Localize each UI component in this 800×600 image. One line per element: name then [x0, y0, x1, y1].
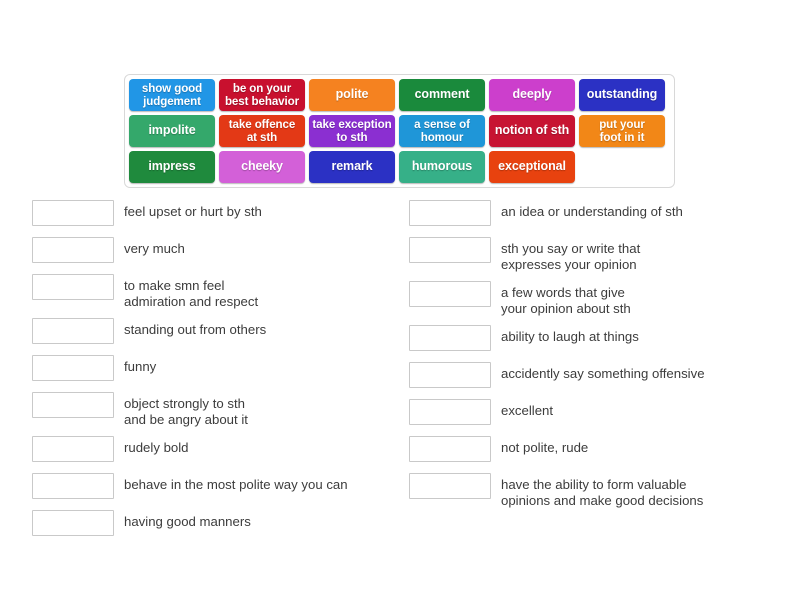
word-tile[interactable]: outstanding: [579, 79, 665, 111]
word-tile[interactable]: exceptional: [489, 151, 575, 183]
answer-drop-box[interactable]: [409, 200, 491, 226]
definition-text: funny: [124, 359, 157, 374]
word-tile[interactable]: show good judgement: [129, 79, 215, 111]
word-tile[interactable]: impress: [129, 151, 215, 183]
word-tile[interactable]: comment: [399, 79, 485, 111]
definition-text: an idea or understanding of sth: [501, 204, 683, 219]
definition-text: to make smn feel admiration and respect: [124, 278, 259, 309]
word-tile[interactable]: be on your best behavior: [219, 79, 305, 111]
word-tile[interactable]: remark: [309, 151, 395, 183]
definitions-column-right: an idea or understanding of sth sth you s…: [409, 200, 779, 517]
definition-text: a few words that give your opinion about…: [501, 285, 631, 316]
answer-drop-box[interactable]: [409, 473, 491, 499]
definition-row: object strongly to sth and be angry abou…: [32, 392, 392, 427]
definition-text: feel upset or hurt by sth: [124, 204, 262, 219]
definition-text: very much: [124, 241, 185, 256]
word-tile[interactable]: put your foot in it: [579, 115, 665, 147]
word-tile[interactable]: impolite: [129, 115, 215, 147]
definition-text: ability to laugh at things: [501, 329, 639, 344]
definition-row: behave in the most polite way you can: [32, 473, 392, 499]
definition-row: accidently say something offensive: [409, 362, 779, 388]
definition-text: accidently say something offensive: [501, 366, 705, 381]
word-tile[interactable]: cheeky: [219, 151, 305, 183]
word-tile[interactable]: take exception to sth: [309, 115, 395, 147]
definition-row: having good manners: [32, 510, 392, 536]
word-tile[interactable]: polite: [309, 79, 395, 111]
word-tile[interactable]: notion of sth: [489, 115, 575, 147]
answer-drop-box[interactable]: [32, 392, 114, 418]
word-tile[interactable]: a sense of homour: [399, 115, 485, 147]
definition-text: having good manners: [124, 514, 251, 529]
definition-row: excellent: [409, 399, 779, 425]
definitions-column-left: feel upset or hurt by sth very much to mak…: [32, 200, 392, 547]
definition-text: sth you say or write that expresses your…: [501, 241, 641, 272]
definition-text: excellent: [501, 403, 554, 418]
answer-drop-box[interactable]: [409, 325, 491, 351]
definition-text: standing out from others: [124, 322, 267, 337]
answer-drop-box[interactable]: [32, 510, 114, 536]
definition-row: sth you say or write that expresses your…: [409, 237, 779, 272]
word-tile[interactable]: humorous: [399, 151, 485, 183]
word-tile-placeholder: [579, 151, 665, 183]
answer-drop-box[interactable]: [32, 274, 114, 300]
answer-drop-box[interactable]: [32, 200, 114, 226]
definition-row: to make smn feel admiration and respect: [32, 274, 392, 309]
definition-row: standing out from others: [32, 318, 392, 344]
word-tile[interactable]: take offence at sth: [219, 115, 305, 147]
definition-row: have the ability to form valuable opinio…: [409, 473, 779, 508]
definition-text: have the ability to form valuable opinio…: [501, 477, 704, 508]
definition-row: very much: [32, 237, 392, 263]
answer-drop-box[interactable]: [32, 237, 114, 263]
definition-row: an idea or understanding of sth: [409, 200, 779, 226]
answer-drop-box[interactable]: [409, 436, 491, 462]
answer-drop-box[interactable]: [32, 318, 114, 344]
answer-drop-box[interactable]: [409, 237, 491, 263]
definition-row: not polite, rude: [409, 436, 779, 462]
answer-drop-box[interactable]: [409, 362, 491, 388]
answer-drop-box[interactable]: [32, 355, 114, 381]
definition-text: not polite, rude: [501, 440, 589, 455]
definition-row: funny: [32, 355, 392, 381]
answer-drop-box[interactable]: [409, 399, 491, 425]
word-bank-row: impolite take offence at sth take exceptio…: [129, 115, 671, 147]
definition-row: a few words that give your opinion about…: [409, 281, 779, 316]
definition-text: object strongly to sth and be angry abou…: [124, 396, 248, 427]
word-bank: show good judgement be on your best behav…: [124, 74, 675, 188]
definition-text: rudely bold: [124, 440, 189, 455]
word-tile[interactable]: deeply: [489, 79, 575, 111]
definition-row: ability to laugh at things: [409, 325, 779, 351]
definition-row: feel upset or hurt by sth: [32, 200, 392, 226]
answer-drop-box[interactable]: [32, 473, 114, 499]
word-bank-row: show good judgement be on your best behav…: [129, 79, 671, 111]
word-bank-row: impress cheeky remark humorous exceptional: [129, 151, 671, 183]
definition-row: rudely bold: [32, 436, 392, 462]
definition-text: behave in the most polite way you can: [124, 477, 348, 492]
answer-drop-box[interactable]: [32, 436, 114, 462]
answer-drop-box[interactable]: [409, 281, 491, 307]
